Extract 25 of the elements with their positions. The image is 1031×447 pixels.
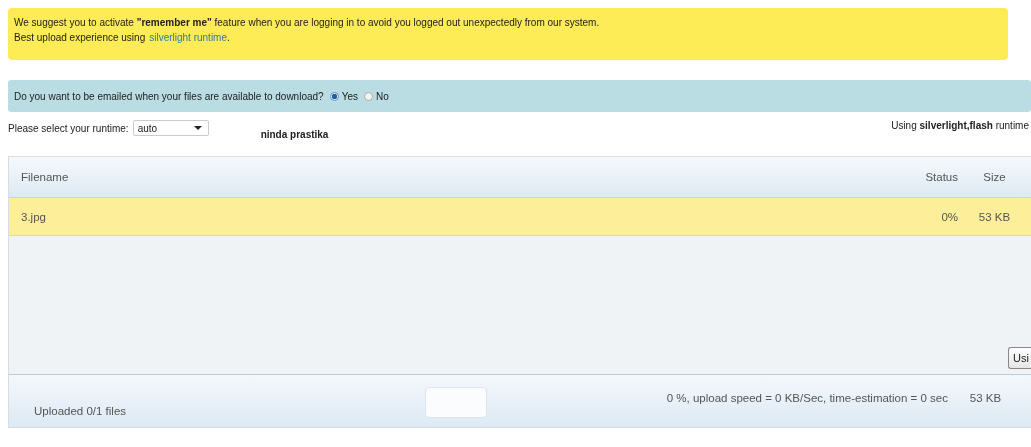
radio-label[interactable]: No bbox=[375, 90, 389, 102]
user-name: ninda prastika bbox=[260, 129, 329, 140]
uploaded-count: Uploaded 0/1 files bbox=[33, 405, 128, 417]
file-row[interactable]: 3.jpg 0% 53 KB bbox=[9, 198, 1031, 236]
runtime-status: Using silverlight,flash runtime bbox=[891, 120, 1029, 131]
radio-button[interactable] bbox=[329, 91, 339, 101]
total-size: 53 KB bbox=[968, 392, 1003, 404]
table-cell-text: 3.jpg bbox=[20, 210, 47, 223]
column-header: Status bbox=[924, 171, 958, 183]
column-header: Filename bbox=[20, 171, 70, 183]
runtime-link[interactable]: silverlight runtime bbox=[149, 30, 227, 45]
radio-label[interactable]: Yes bbox=[341, 90, 358, 102]
notice-text: . bbox=[227, 31, 230, 45]
upload-progress: 0 %, upload speed = 0 KB/Sec, time-estimation = 0 sec bbox=[666, 392, 948, 404]
table-cell-text: 0% bbox=[940, 210, 958, 223]
column-header: Size bbox=[982, 171, 1007, 183]
notice-text: We suggest you to activate "remember me" feature when you are logging in to avoid you logged out unexpectedly from our system. bbox=[14, 16, 601, 30]
radio-button[interactable] bbox=[363, 91, 373, 101]
caret-icon bbox=[193, 126, 202, 130]
side-button[interactable]: Usi bbox=[1008, 347, 1031, 369]
table-cell-text: 53 KB bbox=[977, 210, 1012, 223]
runtime-label: Please select your runtime: bbox=[8, 122, 129, 134]
notice-text: Best upload experience using bbox=[14, 31, 146, 45]
runtime-select[interactable]: auto bbox=[132, 120, 209, 136]
email-question: Do you want to be emailed when your files are available to download? bbox=[14, 90, 324, 102]
